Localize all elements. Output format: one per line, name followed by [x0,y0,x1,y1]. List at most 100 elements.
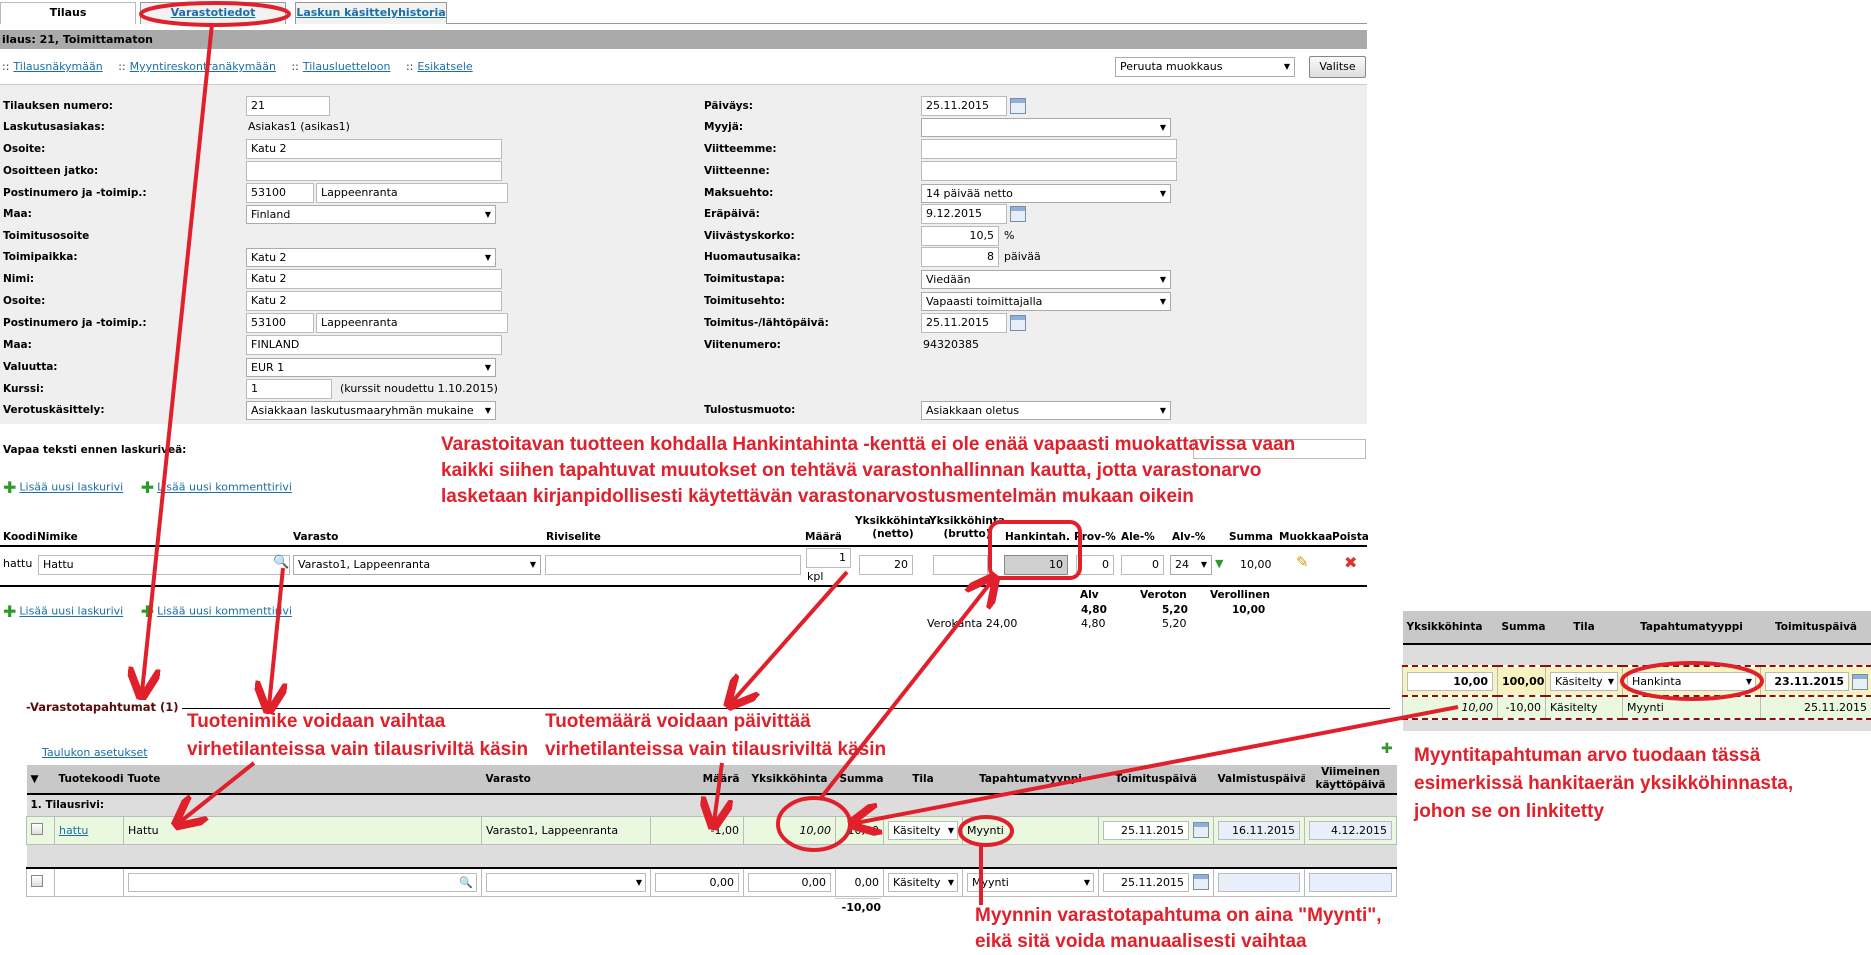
search-icon[interactable]: 🔍 [273,555,289,570]
th-toimituspaiva[interactable]: Toimituspäivä [1098,765,1214,795]
line-product-input[interactable]: Hattu [38,555,290,575]
tab-laskun-kasittelyhistoria[interactable]: Laskun käsittelyhistoria [295,2,447,24]
line-warehouse-select[interactable]: Varasto1, Lappeenranta [293,555,541,575]
line-vat-select[interactable]: 24 [1170,555,1212,575]
manufacture-date-input[interactable]: 16.11.2015 [1218,820,1300,840]
status-select[interactable]: Käsitelty ▼ [888,820,958,840]
link-esikatsele[interactable]: Esikatsele [417,60,472,73]
expand-down-icon[interactable]: ▼ [1215,557,1223,570]
delivery-method-select[interactable]: Viedään [921,270,1171,289]
th-yksikkohinta[interactable]: Yksikköhinta [743,765,836,795]
th-summa[interactable]: Summa [1497,611,1546,645]
expiry-date-input[interactable] [1309,872,1392,892]
due-date-input[interactable]: 9.12.2015 [921,204,1007,224]
row-checkbox[interactable] [31,822,43,835]
seller-select[interactable] [921,118,1171,137]
status-select[interactable]: Käsitelty ▼ [888,872,958,892]
th-tuote[interactable]: Tuote [123,765,482,795]
rate-input[interactable]: 1 [246,379,332,399]
your-ref-input[interactable] [921,161,1177,181]
zip-input[interactable]: 53100 [246,183,314,203]
delete-icon[interactable]: ✖ [1344,553,1357,572]
th-tila[interactable]: Tila [1545,611,1623,645]
calendar-icon[interactable] [1193,822,1209,838]
product-code-link[interactable]: hattu [59,824,88,837]
th-maara[interactable]: Määrä [650,765,744,795]
delivery-date-input[interactable]: 25.11.2015 [1103,872,1189,892]
link-tilausluetteloon[interactable]: Tilausluetteloon [303,60,391,73]
delivery-zip-input[interactable]: 53100 [246,313,314,333]
plus-icon[interactable]: ✚ [1381,741,1393,757]
address2-input[interactable] [246,161,502,181]
th-valmistuspaiva[interactable]: Valmistuspäivä [1213,765,1305,795]
delivery-date-input[interactable]: 25.11.2015 [921,313,1007,333]
line-description-input[interactable] [545,555,801,575]
date-input[interactable]: 25.11.2015 [921,96,1007,116]
add-row-link[interactable]: Lisää uusi laskurivi [19,605,123,618]
row-checkbox[interactable] [31,874,43,887]
th-viimeinen-kayttopaiva[interactable]: Viimeinen käyttöpäivä [1304,765,1397,795]
link-tilausnakymaan[interactable]: Tilausnäkymään [13,60,102,73]
line-gross-price-input[interactable] [933,555,988,575]
link-myyntireskontranakymaan[interactable]: Myyntireskontranäkymään [130,60,276,73]
th-yksikkohinta[interactable]: Yksikköhinta [1402,611,1498,645]
tab-tilaus[interactable]: Tilaus [0,2,136,24]
notice-input[interactable]: 8 [921,247,999,267]
calendar-icon[interactable] [1852,674,1868,690]
valitse-button[interactable]: Valitse [1309,56,1366,78]
expiry-date-input[interactable]: 4.12.2015 [1309,820,1392,840]
type-select[interactable]: Hankinta ▼ [1627,671,1756,691]
line-net-price-input[interactable]: 20 [859,555,913,575]
calendar-icon[interactable] [1193,874,1209,890]
delivery-terms-select[interactable]: Vapaasti toimittajalla [921,292,1171,311]
quantity-input[interactable]: 0,00 [655,872,739,892]
search-icon[interactable]: 🔍 [459,874,473,891]
line-discount-input[interactable]: 0 [1121,555,1164,575]
delivery-date-input[interactable]: 25.11.2015 [1103,820,1189,840]
payment-terms-select[interactable]: 14 päivää netto [921,184,1171,203]
purchase-price-input[interactable]: 10,00 [1407,671,1493,691]
tab-varastotiedot[interactable]: Varastotiedot [140,2,286,24]
calendar-icon[interactable] [1010,206,1026,222]
add-comment-link[interactable]: Lisää uusi kommenttirivi [157,481,292,494]
collapse-icon[interactable]: ▼ [26,765,55,795]
table-settings-link[interactable]: Taulukon asetukset [42,746,148,759]
action-select[interactable]: Peruuta muokkaus [1115,57,1295,77]
order-number-input[interactable]: 21 [246,96,330,116]
add-row-link[interactable]: Lisää uusi laskurivi [19,481,123,494]
country-select[interactable]: Finland [246,205,496,224]
section-varastotapahtumat[interactable]: -Varastotapahtumat (1) [26,700,182,714]
product-search-input[interactable]: 🔍 [128,872,477,892]
calendar-icon[interactable] [1010,315,1026,331]
address-input[interactable]: Katu 2 [246,139,502,159]
price-input[interactable]: 0,00 [748,872,831,892]
line-prov-input[interactable]: 0 [1076,555,1114,575]
calendar-icon[interactable] [1010,98,1026,114]
delivery-date-input[interactable]: 23.11.2015 [1765,671,1849,691]
th-varasto[interactable]: Varasto [481,765,651,795]
delivery-city-input[interactable]: Lappeenranta [316,313,508,333]
th-toimituspaiva[interactable]: Toimituspäivä [1760,611,1871,645]
th-tuotekoodi[interactable]: Tuotekoodi [54,765,124,795]
add-comment-link[interactable]: Lisää uusi kommenttirivi [157,605,292,618]
th-tila[interactable]: Tila [883,765,963,795]
city-input[interactable]: Lappeenranta [316,183,508,203]
type-select[interactable]: Myynti ▼ [967,872,1094,892]
delivery-address-input[interactable]: Katu 2 [246,291,502,311]
delivery-place-select[interactable]: Katu 2 [246,248,496,267]
print-format-select[interactable]: Asiakkaan oletus [921,401,1171,420]
our-ref-input[interactable] [921,139,1177,159]
manufacture-date-input[interactable] [1218,872,1300,892]
th-tapahtumatyyppi[interactable]: Tapahtumatyyppi [1622,611,1761,645]
tax-handling-select[interactable]: Asiakkaan laskutusmaaryhmän mukaine [246,401,496,420]
interest-input[interactable]: 10,5 [921,226,999,246]
th-tapahtumatyyppi[interactable]: Tapahtumatyyppi [962,765,1099,795]
status-select[interactable]: Käsitelty ▼ [1550,671,1618,691]
warehouse-select[interactable]: ▼ [486,872,646,892]
name-input[interactable]: Katu 2 [246,269,502,289]
line-quantity-input[interactable]: 1 [806,548,851,568]
edit-icon[interactable]: ✎ [1296,553,1309,571]
delivery-country-input[interactable]: FINLAND [246,335,502,355]
th-summa[interactable]: Summa [835,765,884,795]
currency-select[interactable]: EUR 1 [246,358,496,377]
